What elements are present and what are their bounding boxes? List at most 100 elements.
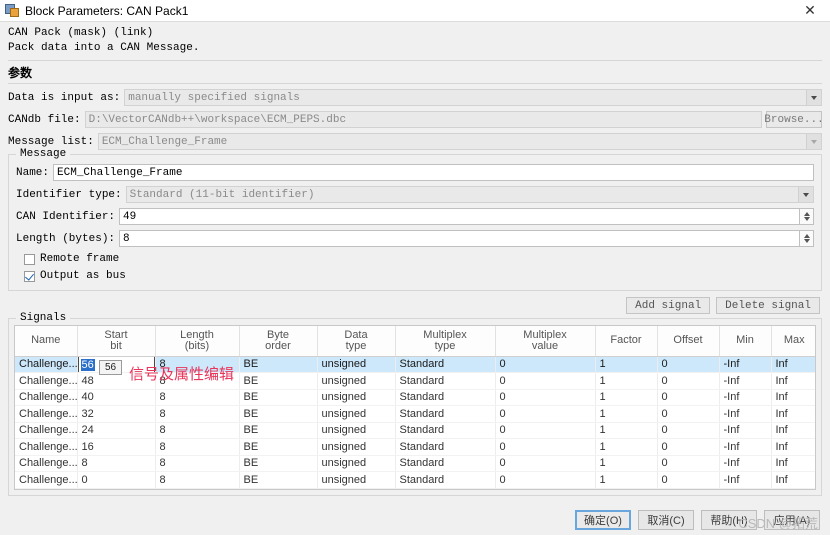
cell-min[interactable]: -Inf	[719, 356, 772, 373]
chevron-down-icon[interactable]	[806, 134, 821, 149]
column-header-0[interactable]: Name	[15, 326, 78, 357]
chevron-up-icon[interactable]	[803, 234, 810, 238]
table-row[interactable]: Challenge... 40 8 BE unsigned Standard 0 1 0 -Inf…	[15, 389, 815, 406]
cell-factor[interactable]: 1	[595, 405, 658, 423]
column-header-2[interactable]: Length (bits)	[155, 326, 240, 357]
chevron-down-icon[interactable]	[806, 90, 821, 105]
cancel-button[interactable]: 取消(C)	[638, 510, 694, 530]
cell-byte-order[interactable]: BE	[239, 372, 318, 390]
cell-length[interactable]: 8	[155, 405, 240, 423]
cell-start-bit[interactable]: 32	[77, 405, 156, 423]
cell-min[interactable]: -Inf	[719, 471, 772, 489]
delete-signal-button[interactable]: Delete signal	[716, 297, 820, 314]
cell-name[interactable]: Challenge...	[15, 422, 78, 439]
cell-byte-order[interactable]: BE	[239, 389, 318, 406]
cell-start-bit[interactable]: 0	[77, 471, 156, 489]
cell-start-bit[interactable]: 40	[77, 389, 156, 406]
table-row[interactable]: Challenge... 32 8 BE unsigned Standard 0 1 0 -Inf…	[15, 405, 815, 423]
help-button[interactable]: 帮助(H)	[701, 510, 757, 530]
column-header-3[interactable]: Byte order	[239, 326, 318, 357]
cell-max[interactable]: Inf	[771, 356, 815, 373]
apply-button[interactable]: 应用(A)	[764, 510, 820, 530]
cell-data-type[interactable]: unsigned	[317, 438, 396, 456]
cell-max[interactable]: Inf	[771, 405, 815, 423]
cell-min[interactable]: -Inf	[719, 455, 772, 472]
chevron-up-icon[interactable]	[803, 212, 810, 216]
column-header-6[interactable]: Multiplex value	[495, 326, 596, 357]
cell-length[interactable]: 8	[155, 471, 240, 489]
cell-byte-order[interactable]: BE	[239, 438, 318, 456]
cell-name[interactable]: Challenge...	[15, 389, 78, 406]
add-signal-button[interactable]: Add signal	[626, 297, 711, 314]
table-row[interactable]: Challenge... 24 8 BE unsigned Standard 0 1 0 -Inf…	[15, 422, 815, 439]
message-list-select[interactable]: ECM_Challenge_Frame	[97, 133, 822, 150]
cell-mux-type[interactable]: Standard	[395, 438, 496, 456]
can-identifier-input[interactable]: 49	[119, 208, 800, 225]
cell-offset[interactable]: 0	[657, 455, 720, 472]
cell-data-type[interactable]: unsigned	[317, 422, 396, 439]
cell-offset[interactable]: 0	[657, 389, 720, 406]
cell-data-type[interactable]: unsigned	[317, 356, 396, 373]
cell-data-type[interactable]: unsigned	[317, 389, 396, 406]
cell-mux-value[interactable]: 0	[495, 471, 596, 489]
cell-offset[interactable]: 0	[657, 422, 720, 439]
cell-mux-type[interactable]: Standard	[395, 405, 496, 423]
cell-max[interactable]: Inf	[771, 455, 815, 472]
cell-max[interactable]: Inf	[771, 422, 815, 439]
cell-mux-type[interactable]: Standard	[395, 389, 496, 406]
column-header-10[interactable]: Max	[771, 326, 815, 357]
cell-data-type[interactable]: unsigned	[317, 405, 396, 423]
remote-frame-row[interactable]: Remote frame	[24, 251, 814, 267]
column-header-8[interactable]: Offset	[657, 326, 720, 357]
cell-mux-type[interactable]: Standard	[395, 455, 496, 472]
cell-name[interactable]: Challenge...	[15, 405, 78, 423]
chevron-down-icon[interactable]	[803, 239, 810, 243]
cell-byte-order[interactable]: BE	[239, 405, 318, 423]
cell-byte-order[interactable]: BE	[239, 356, 318, 373]
cell-mux-value[interactable]: 0	[495, 372, 596, 390]
column-header-4[interactable]: Data type	[317, 326, 396, 357]
output-as-bus-row[interactable]: Output as bus	[24, 268, 814, 284]
cell-mux-value[interactable]: 0	[495, 356, 596, 373]
cell-mux-value[interactable]: 0	[495, 438, 596, 456]
cell-mux-type[interactable]: Standard	[395, 422, 496, 439]
output-as-bus-checkbox[interactable]	[24, 270, 35, 282]
cell-min[interactable]: -Inf	[719, 372, 772, 390]
remote-frame-checkbox[interactable]	[24, 253, 35, 265]
cell-mux-value[interactable]: 0	[495, 455, 596, 472]
table-row[interactable]: Challenge... 0 8 BE unsigned Standard 0 1 0 -Inf I…	[15, 471, 815, 489]
cell-mux-value[interactable]: 0	[495, 389, 596, 406]
cell-length[interactable]: 8	[155, 438, 240, 456]
cell-min[interactable]: -Inf	[719, 438, 772, 456]
cell-mux-type[interactable]: Standard	[395, 372, 496, 390]
cell-max[interactable]: Inf	[771, 372, 815, 390]
cell-byte-order[interactable]: BE	[239, 422, 318, 439]
cell-factor[interactable]: 1	[595, 389, 658, 406]
length-bytes-stepper[interactable]	[800, 230, 814, 247]
cell-offset[interactable]: 0	[657, 471, 720, 489]
column-header-1[interactable]: Start bit	[77, 326, 156, 357]
cell-byte-order[interactable]: BE	[239, 471, 318, 489]
ok-button[interactable]: 确定(O)	[575, 510, 631, 530]
cell-min[interactable]: -Inf	[719, 422, 772, 439]
cell-max[interactable]: Inf	[771, 471, 815, 489]
cell-name[interactable]: Challenge...	[15, 438, 78, 456]
column-header-7[interactable]: Factor	[595, 326, 658, 357]
message-name-input[interactable]: ECM_Challenge_Frame	[53, 164, 814, 181]
cell-data-type[interactable]: unsigned	[317, 471, 396, 489]
cell-factor[interactable]: 1	[595, 356, 658, 373]
cell-data-type[interactable]: unsigned	[317, 372, 396, 390]
candb-file-input[interactable]: D:\VectorCANdb++\workspace\ECM_PEPS.dbc	[84, 111, 762, 128]
cell-offset[interactable]: 0	[657, 438, 720, 456]
cell-length[interactable]: 8	[155, 389, 240, 406]
cell-min[interactable]: -Inf	[719, 389, 772, 406]
cell-byte-order[interactable]: BE	[239, 455, 318, 472]
cell-length[interactable]: 8	[155, 455, 240, 472]
cell-name[interactable]: Challenge...	[15, 372, 78, 390]
cell-mux-type[interactable]: Standard	[395, 356, 496, 373]
cell-min[interactable]: -Inf	[719, 405, 772, 423]
cell-name[interactable]: Challenge...	[15, 356, 78, 373]
table-row[interactable]: Challenge... 16 8 BE unsigned Standard 0 1 0 -Inf…	[15, 438, 815, 456]
cell-length[interactable]: 8	[155, 422, 240, 439]
can-identifier-stepper[interactable]	[800, 208, 814, 225]
